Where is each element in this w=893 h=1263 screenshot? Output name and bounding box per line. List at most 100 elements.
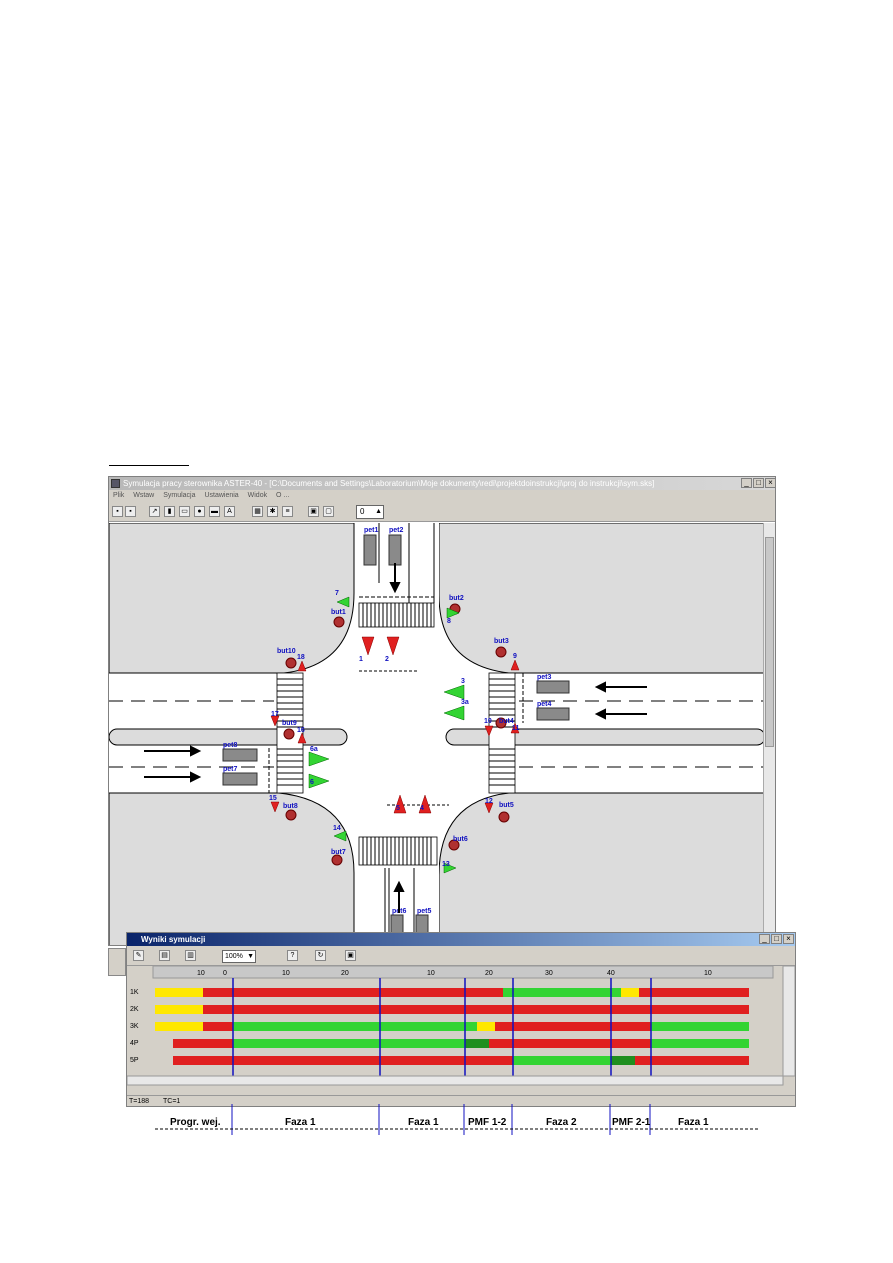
list-view-icon[interactable]: ≡	[282, 506, 293, 517]
label-signal-17: 17	[271, 711, 279, 718]
detector-pet1[interactable]	[363, 534, 377, 566]
text-tool-icon[interactable]: A	[224, 506, 235, 517]
intersection-canvas[interactable]: pet1 pet2 pet3 pet4 pet5 pet6 pet7 pet8	[109, 522, 766, 945]
button-but8[interactable]	[285, 809, 297, 821]
button-but10[interactable]	[285, 657, 297, 669]
label-signal-10: 10	[484, 718, 492, 725]
phase-faza2: Faza 2	[546, 1117, 577, 1128]
button-tool-icon[interactable]: ●	[194, 506, 205, 517]
detector-pet2[interactable]	[388, 534, 402, 566]
ruler-label-1: 10	[197, 970, 205, 977]
label-signal-11: 11	[512, 725, 520, 732]
label-signal-15: 15	[269, 795, 277, 802]
label-signal-9: 9	[513, 653, 517, 660]
label-pet8: pet8	[223, 742, 238, 749]
label-signal-12: 12	[485, 798, 493, 805]
label-pet5: pet5	[417, 908, 432, 915]
results-title-bar: Wyniki symulacji	[127, 933, 795, 946]
title-underline	[109, 465, 189, 466]
arrow-tool-icon[interactable]: ↗	[149, 506, 160, 517]
label-but5: but5	[499, 802, 514, 809]
label-signal-14: 14	[333, 825, 341, 832]
results-close-button[interactable]: ×	[783, 934, 794, 944]
side-panel-icon[interactable]	[108, 948, 126, 976]
detector-pet3[interactable]	[536, 680, 570, 694]
results-restore-button[interactable]: □	[771, 934, 782, 944]
timeline-row-1K	[155, 988, 749, 997]
phase-faza1-b: Faza 1	[408, 1117, 439, 1128]
menu-bar: Plik Wstaw Symulacja Ustawienia Widok O …	[109, 490, 775, 502]
button-but7[interactable]	[331, 854, 343, 866]
results-zoom-select[interactable]: 100% ▼	[222, 950, 256, 963]
results-window: Wyniki symulacji _ □ × ✎ ▤ ▥ 100% ▼ ? ↻ ▣…	[126, 932, 796, 1107]
scroll-thumb[interactable]	[765, 537, 774, 747]
grid-icon[interactable]: ▦	[252, 506, 263, 517]
import-icon[interactable]: ▢	[323, 506, 334, 517]
app-icon	[111, 479, 120, 488]
ruler-label-8: 40	[607, 970, 615, 977]
record-icon[interactable]: ▣	[345, 950, 356, 961]
ruler-label-7: 30	[545, 970, 553, 977]
save-icon[interactable]: ▪	[112, 506, 123, 517]
label-pet1: pet1	[364, 527, 379, 534]
timeline-row-4P	[173, 1039, 749, 1048]
label-pet2: pet2	[389, 527, 404, 534]
label-signal-2: 2	[385, 656, 389, 663]
label-signal-4: 4	[420, 805, 424, 812]
menu-ustawienia[interactable]: Ustawienia	[204, 492, 238, 499]
signals-view-icon[interactable]: ✱	[267, 506, 278, 517]
label-signal-3: 3	[461, 678, 465, 685]
menu-plik[interactable]: Plik	[113, 492, 124, 499]
detector-tool-icon[interactable]: ▭	[179, 506, 190, 517]
results-zoom-value: 100%	[225, 953, 243, 960]
label-signal-1: 1	[359, 656, 363, 663]
ruler-label-3: 10	[282, 970, 290, 977]
menu-wstaw[interactable]: Wstaw	[133, 492, 154, 499]
menu-symulacja[interactable]: Symulacja	[163, 492, 195, 499]
export-icon[interactable]: ▣	[308, 506, 319, 517]
ruler-label-2: 0	[223, 970, 227, 977]
restore-button[interactable]: □	[753, 478, 764, 488]
results-minimize-button[interactable]: _	[759, 934, 770, 944]
print-icon[interactable]: ▥	[185, 950, 196, 961]
phase-pmf-2-1: PMF 2-1	[612, 1117, 651, 1128]
ruler-label-9: 10	[704, 970, 712, 977]
menu-about[interactable]: O ...	[276, 492, 289, 499]
timeline-row-3K	[155, 1022, 749, 1031]
ruler-label-6: 20	[485, 970, 493, 977]
counter-value: 0	[360, 507, 365, 516]
refresh-icon[interactable]: ↻	[315, 950, 326, 961]
label-signal-8: 8	[447, 618, 451, 625]
minimize-button[interactable]: _	[741, 478, 752, 488]
button-but3[interactable]	[495, 646, 507, 658]
open-icon[interactable]: ▤	[159, 950, 170, 961]
status-cycle: TC=1	[163, 1098, 181, 1105]
label-signal-16: 16	[297, 727, 305, 734]
help-icon[interactable]: ?	[287, 950, 298, 961]
row-label-3K: 3K	[130, 1023, 139, 1030]
menu-widok[interactable]: Widok	[248, 492, 267, 499]
save-as-icon[interactable]: ▪	[125, 506, 136, 517]
row-label-1K: 1K	[130, 989, 139, 996]
phase-faza1-a: Faza 1	[285, 1117, 316, 1128]
detector-pet7[interactable]	[222, 772, 258, 786]
button-but5[interactable]	[498, 811, 510, 823]
ruler-label-5: 10	[427, 970, 435, 977]
counter-input[interactable]: 0 ▲	[356, 505, 384, 519]
close-button[interactable]: ×	[765, 478, 775, 488]
vertical-scrollbar[interactable]	[763, 523, 775, 945]
phase-faza1-c: Faza 1	[678, 1117, 709, 1128]
detector-pet8[interactable]	[222, 748, 258, 762]
button-but1[interactable]	[333, 616, 345, 628]
label-signal-7: 7	[335, 590, 339, 597]
window-title-bar: Symulacja pracy sterownika ASTER-40 - [C…	[109, 477, 775, 490]
phase-progr-wej: Progr. wej.	[170, 1117, 221, 1128]
results-title: Wyniki symulacji	[141, 935, 206, 944]
button-but9[interactable]	[283, 728, 295, 740]
label-signal-5: 5	[396, 805, 400, 812]
signal-tool-icon[interactable]: ▮	[164, 506, 175, 517]
window-title: Symulacja pracy sterownika ASTER-40 - [C…	[123, 479, 655, 488]
detector-pet4[interactable]	[536, 707, 570, 721]
brush-icon[interactable]: ✎	[133, 950, 144, 961]
lane-tool-icon[interactable]: ▬	[209, 506, 220, 517]
